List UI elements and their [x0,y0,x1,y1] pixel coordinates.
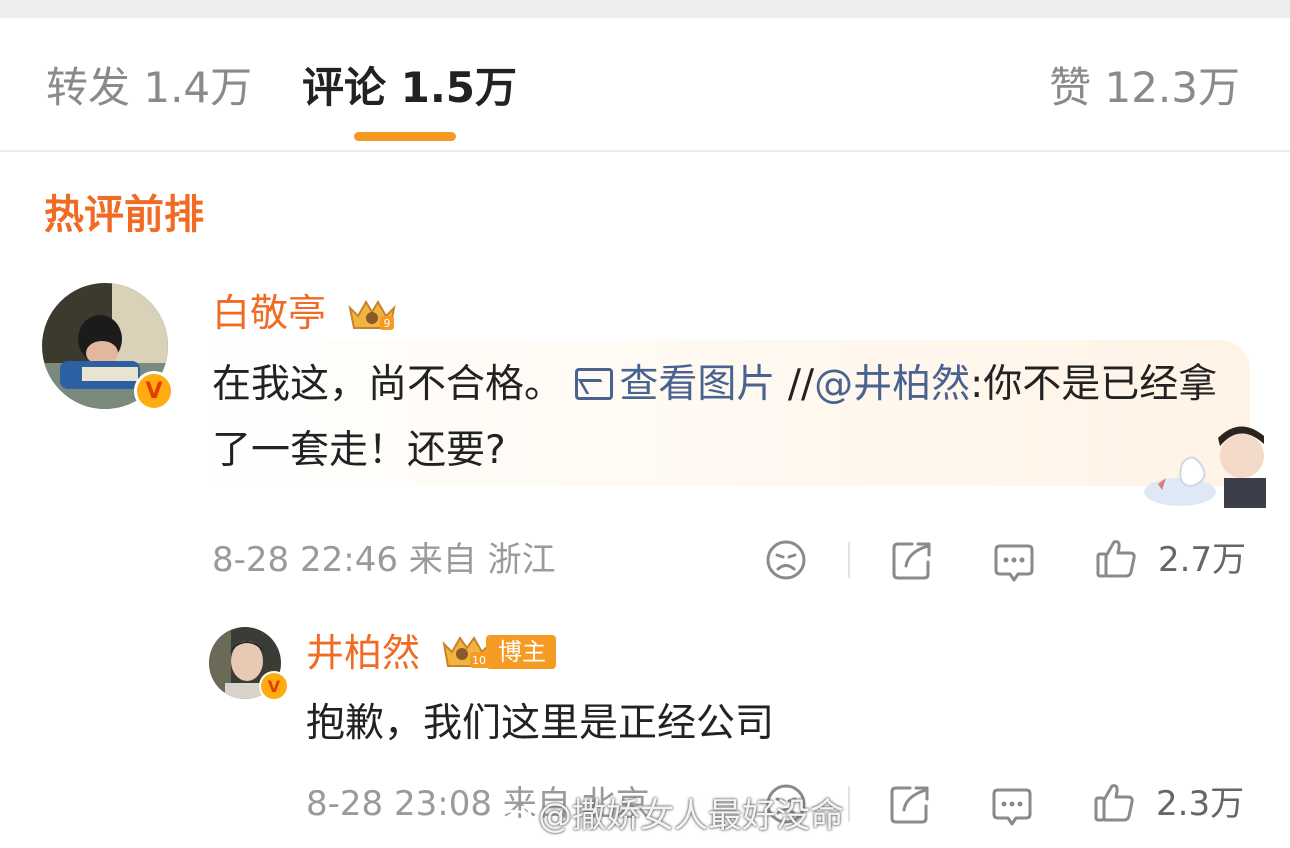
watermark-text: @撒娇女人最好没命 [538,796,844,836]
avatar[interactable]: V [42,283,174,411]
view-image-link[interactable]: 查看图片 [575,362,775,407]
thumbs-up-icon[interactable] [1094,536,1138,580]
reply-username[interactable]: 井柏然 [306,630,420,676]
watermark: @撒娇女人最好没命 [498,794,844,838]
action-separator [848,542,850,578]
image-icon [575,368,614,400]
top-strip [0,0,1290,18]
verified-v-icon: V [134,371,174,411]
action-separator [848,786,850,822]
tab-repost[interactable]: 转发 1.4万 [46,62,252,114]
comment-text: 在我这，尚不合格。 查看图片 //@井柏然:你不是已经拿了一套走！还要? [212,352,1232,484]
share-icon[interactable] [888,782,932,826]
tab-bar: 转发 1.4万 评论 1.5万 赞 12.3万 [0,18,1290,152]
like-count: 2.3万 [1156,784,1245,824]
crown-level-label: 9 [384,317,391,330]
like-count: 2.7万 [1158,540,1247,580]
comment-icon[interactable] [992,540,1036,584]
reply-avatar[interactable]: V [209,627,289,701]
tab-like[interactable]: 赞 12.3万 [1049,62,1240,114]
sad-face-icon[interactable] [764,538,808,582]
reply-text: 抱歉，我们这里是正经公司 [306,701,775,746]
active-tab-indicator [354,132,456,141]
thumbs-up-icon[interactable] [1092,780,1136,824]
comment-icon[interactable] [990,784,1034,828]
author-tag: 博主 [486,635,556,669]
comment-body: 在我这，尚不合格。 [212,362,564,407]
mention-link[interactable]: @井柏然 [814,362,970,407]
repost-separator: // [787,362,815,407]
view-image-label: 查看图片 [619,362,776,407]
crown-badge-icon: 9 [348,300,396,330]
hot-comments-title: 热评前排 [44,192,204,238]
weibo-logo-icon [498,805,532,831]
crown-level-label: 10 [472,654,486,667]
verified-v-icon: V [259,671,289,701]
comment-username[interactable]: 白敬亭 [212,290,326,336]
comment-meta: 8-28 22:46 来自 浙江 [212,540,556,580]
tab-comment[interactable]: 评论 1.5万 [302,62,517,114]
share-icon[interactable] [890,538,934,582]
